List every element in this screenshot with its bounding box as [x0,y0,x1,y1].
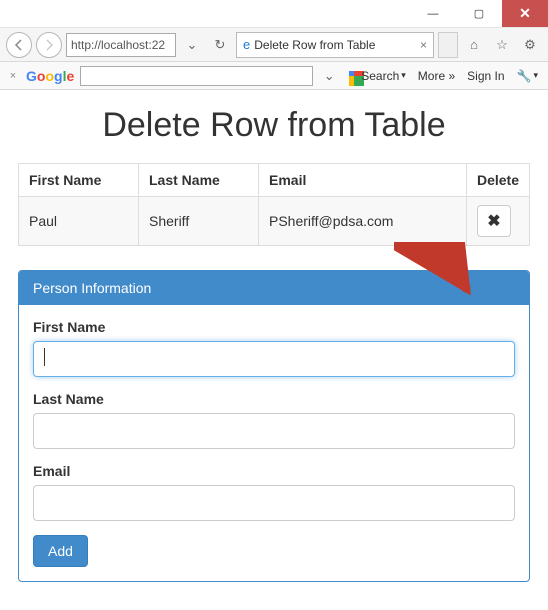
forward-arrow-icon [43,39,55,51]
first-name-input[interactable] [33,341,515,377]
google-more-button[interactable]: More » [414,69,459,83]
last-name-input[interactable] [33,413,515,449]
col-delete: Delete [466,164,529,197]
cell-first-name: Paul [19,197,139,246]
cell-email: PSheriff@pdsa.com [259,197,467,246]
form-group-email: Email [33,463,515,521]
x-icon: ✖ [487,211,500,231]
back-arrow-icon [13,39,25,51]
url-text: http://localhost:22 [71,38,165,52]
last-name-label: Last Name [33,391,515,407]
refresh-button[interactable]: ↻ [208,33,232,57]
cell-delete: ✖ [466,197,529,246]
window-titlebar: — ▢ ✕ [0,0,548,28]
tab-close-button[interactable]: × [420,38,427,52]
email-label: Email [33,463,515,479]
close-window-button[interactable]: ✕ [502,0,548,27]
person-info-panel: Person Information First Name Last Name … [18,270,530,582]
ie-icon: e [243,37,250,52]
back-button[interactable] [6,32,32,58]
google-signin-button[interactable]: Sign In [463,69,508,83]
minimize-button[interactable]: — [410,0,456,27]
add-button[interactable]: Add [33,535,88,567]
browser-tab[interactable]: e Delete Row from Table × [236,32,434,58]
col-first-name: First Name [19,164,139,197]
data-table: First Name Last Name Email Delete Paul S… [18,163,530,246]
cell-last-name: Sheriff [139,197,259,246]
favorites-button[interactable]: ☆ [490,33,514,57]
google-wrench-button[interactable]: 🔧 ▾ [513,69,542,83]
page-title: Delete Row from Table [18,106,530,145]
address-bar: http://localhost:22 ⌄ ↻ e Delete Row fro… [0,28,548,62]
col-email: Email [259,164,467,197]
delete-row-button[interactable]: ✖ [477,205,511,237]
maximize-button[interactable]: ▢ [456,0,502,27]
page-content: Delete Row from Table First Name Last Na… [0,90,548,600]
new-tab-button[interactable] [438,32,458,58]
first-name-label: First Name [33,319,515,335]
tab-title: Delete Row from Table [254,38,375,52]
toolbar-close-button[interactable]: × [6,69,20,83]
col-last-name: Last Name [139,164,259,197]
google-toolbar: × Google ⌄ Search ▾ More » Sign In 🔧 ▾ [0,62,548,90]
google-search-button[interactable]: Search ▾ [345,69,410,83]
google-squares-icon [349,71,359,81]
url-dropdown-button[interactable]: ⌄ [180,33,204,57]
table-row: Paul Sheriff PSheriff@pdsa.com ✖ [19,197,530,246]
form-group-last-name: Last Name [33,391,515,449]
forward-button[interactable] [36,32,62,58]
panel-title: Person Information [19,271,529,305]
email-input[interactable] [33,485,515,521]
url-input[interactable]: http://localhost:22 [66,33,176,57]
home-button[interactable]: ⌂ [462,33,486,57]
form-group-first-name: First Name [33,319,515,377]
text-caret [44,348,45,366]
table-header-row: First Name Last Name Email Delete [19,164,530,197]
wrench-icon: 🔧 [517,69,532,83]
google-search-input[interactable] [80,66,313,86]
google-logo[interactable]: Google [24,68,76,84]
google-search-dropdown[interactable]: ⌄ [317,64,341,88]
panel-body: First Name Last Name Email Add [19,305,529,581]
settings-button[interactable]: ⚙ [518,33,542,57]
